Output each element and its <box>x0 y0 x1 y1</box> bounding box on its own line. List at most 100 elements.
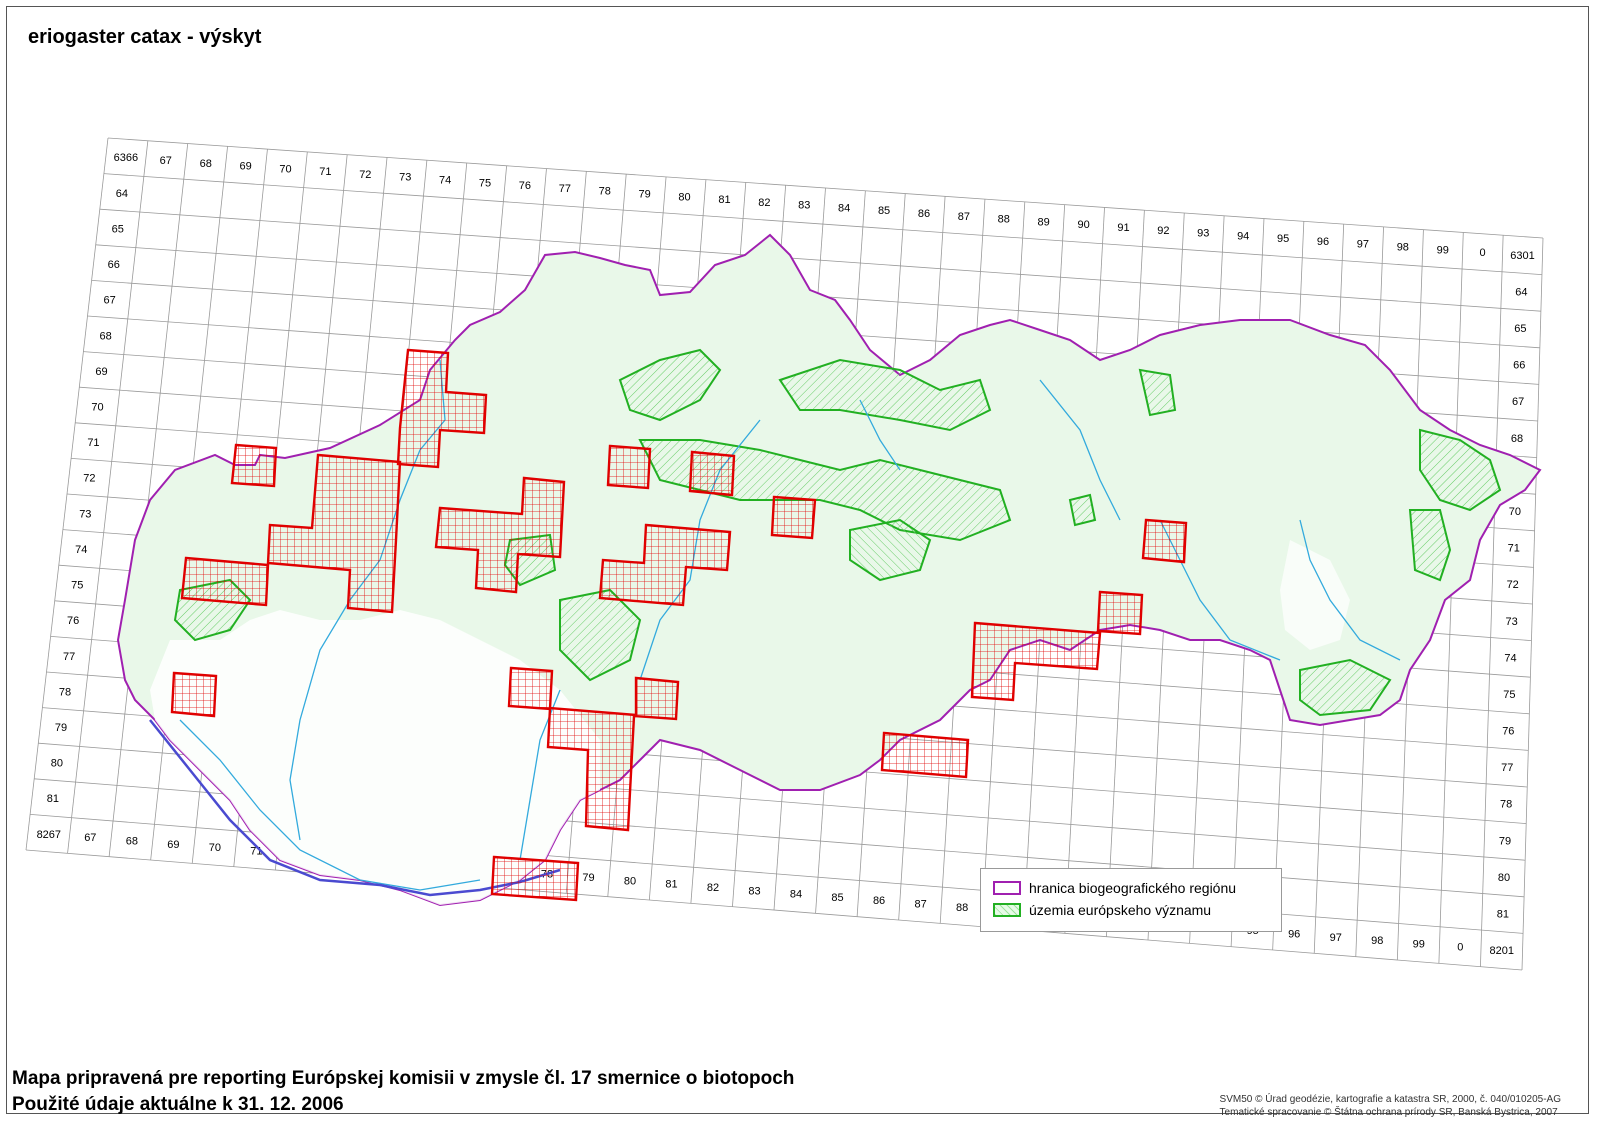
grid-label-bottom: 83 <box>748 885 760 897</box>
occurrence-square <box>970 621 1102 702</box>
grid-label-top: 89 <box>1038 216 1050 228</box>
grid-label-top: 68 <box>200 158 212 170</box>
grid-label-left: 66 <box>108 259 120 271</box>
grid-label-left: 68 <box>99 330 111 342</box>
grid-label-left: 71 <box>87 437 99 449</box>
grid-label-right: 68 <box>1511 433 1523 445</box>
grid-label-top: 71 <box>319 166 331 178</box>
grid-label-left: 78 <box>59 686 71 698</box>
sites-hatch-swatch <box>993 903 1021 917</box>
occurrence-square <box>1141 518 1188 564</box>
occurrence-square <box>770 495 817 540</box>
grid-label-bottom: 68 <box>126 835 138 847</box>
grid-line-horizontal <box>25 849 1523 971</box>
footer-line-1: Mapa pripravená pre reporting Európskej … <box>12 1068 795 1089</box>
credits-line-1: SVM50 © Úrad geodézie, kartografie a kat… <box>1219 1094 1561 1105</box>
grid-label-bottom: 79 <box>582 872 594 884</box>
grid-label-top: 69 <box>239 161 251 173</box>
map-credits: SVM50 © Úrad geodézie, kartografie a kat… <box>1220 1093 1561 1119</box>
grid-label-top: 84 <box>838 202 850 214</box>
grid-label-top: 77 <box>559 183 571 195</box>
grid-label-left: 75 <box>71 580 83 592</box>
grid-line-horizontal <box>107 137 1544 239</box>
country-area <box>116 233 1542 907</box>
grid-label-top: 79 <box>639 188 651 200</box>
grid-label-top: 83 <box>798 200 810 212</box>
grid-label-left: 64 <box>116 188 128 200</box>
occurrence-square <box>1096 590 1144 636</box>
grid-label-left: 79 <box>55 722 67 734</box>
grid-label-top: 67 <box>160 155 172 167</box>
grid-label-right: 70 <box>1509 506 1521 518</box>
legend-region-label: hranica biogeografického regiónu <box>1029 880 1237 896</box>
grid-label-top: 96 <box>1317 236 1329 248</box>
grid-label-bottom: 87 <box>914 899 926 911</box>
grid-label-top: 95 <box>1277 233 1289 245</box>
grid-label-right: 76 <box>1502 726 1514 738</box>
grid-label-top: 86 <box>918 208 930 220</box>
grid-label-right: 81 <box>1497 908 1509 920</box>
grid-label-right: 75 <box>1503 689 1515 701</box>
grid-label-bottom: 82 <box>707 882 719 894</box>
grid-label-top: 98 <box>1397 242 1409 254</box>
grid-label-left: 77 <box>63 651 75 663</box>
grid-label-right: 73 <box>1505 616 1517 628</box>
grid-label-bottom: 69 <box>167 839 179 851</box>
occurrence-square <box>490 855 580 902</box>
legend-item-region: hranica biogeografického regiónu <box>993 879 1236 897</box>
grid-label-top: 6366 <box>114 152 138 164</box>
grid-label-bottom: 67 <box>84 832 96 844</box>
grid-label-bottom: 86 <box>873 895 885 907</box>
grid-label-top: 70 <box>279 163 291 175</box>
grid-label-bottom: 88 <box>956 902 968 914</box>
grid-label-bottom: 98 <box>1371 935 1383 947</box>
grid-label-top: 85 <box>878 205 890 217</box>
grid-label-bottom: 99 <box>1413 938 1425 950</box>
occurrence-square <box>180 556 270 607</box>
grid-label-left: 81 <box>47 793 59 805</box>
grid-label-top: 94 <box>1237 230 1249 242</box>
grid-label-left: 73 <box>79 508 91 520</box>
grid-label-left: 70 <box>91 401 103 413</box>
grid-label-top: 82 <box>758 197 770 209</box>
grid-label-left: 65 <box>112 223 124 235</box>
grid-label-top: 0 <box>1480 247 1486 259</box>
grid-label-bottom: 85 <box>831 892 843 904</box>
occurrence-square <box>688 450 736 497</box>
grid-label-bottom: 8267 <box>37 829 61 841</box>
grid-label-top: 91 <box>1117 222 1129 234</box>
grid-label-left: 69 <box>95 366 107 378</box>
grid-label-left: 80 <box>51 758 63 770</box>
grid-label-top: 92 <box>1157 225 1169 237</box>
map-legend: hranica biogeografického regiónu územia … <box>980 868 1282 932</box>
occurrence-square <box>230 443 278 488</box>
grid-label-bottom: 97 <box>1330 932 1342 944</box>
region-border-swatch <box>993 881 1021 895</box>
grid-label-top: 72 <box>359 169 371 181</box>
grid-label-top: 88 <box>998 214 1010 226</box>
grid-label-top: 80 <box>678 191 690 203</box>
grid-label-bottom: 8201 <box>1490 945 1514 957</box>
grid-label-right: 71 <box>1508 543 1520 555</box>
grid-label-top: 78 <box>599 186 611 198</box>
occurrence-square <box>507 666 554 711</box>
grid-label-right: 66 <box>1513 360 1525 372</box>
map-canvas: 6366 67 68 69 70 71 72 73 74 75 76 77 78 79 80 81 82 83 84… <box>25 137 1544 971</box>
grid-label-left: 74 <box>75 544 87 556</box>
grid-label-right: 65 <box>1514 323 1526 335</box>
grid-label-bottom: 96 <box>1288 928 1300 940</box>
grid-label-top: 6301 <box>1510 250 1534 262</box>
occurrence-square <box>170 671 218 718</box>
legend-sites-label: územia európskeho významu <box>1029 902 1212 918</box>
footer-title: Mapa pripravená pre reporting Európskej … <box>12 1066 794 1118</box>
grid-label-left: 76 <box>67 615 79 627</box>
grid-label-top: 74 <box>439 175 451 187</box>
occurrence-square <box>880 731 970 779</box>
grid-label-top: 90 <box>1077 219 1089 231</box>
grid-label-bottom: 0 <box>1457 942 1463 954</box>
grid-label-right: 72 <box>1507 579 1519 591</box>
grid-label-right: 77 <box>1501 762 1513 774</box>
grid-label-top: 76 <box>519 180 531 192</box>
grid-label-top: 73 <box>399 172 411 184</box>
grid-label-right: 74 <box>1504 652 1516 664</box>
